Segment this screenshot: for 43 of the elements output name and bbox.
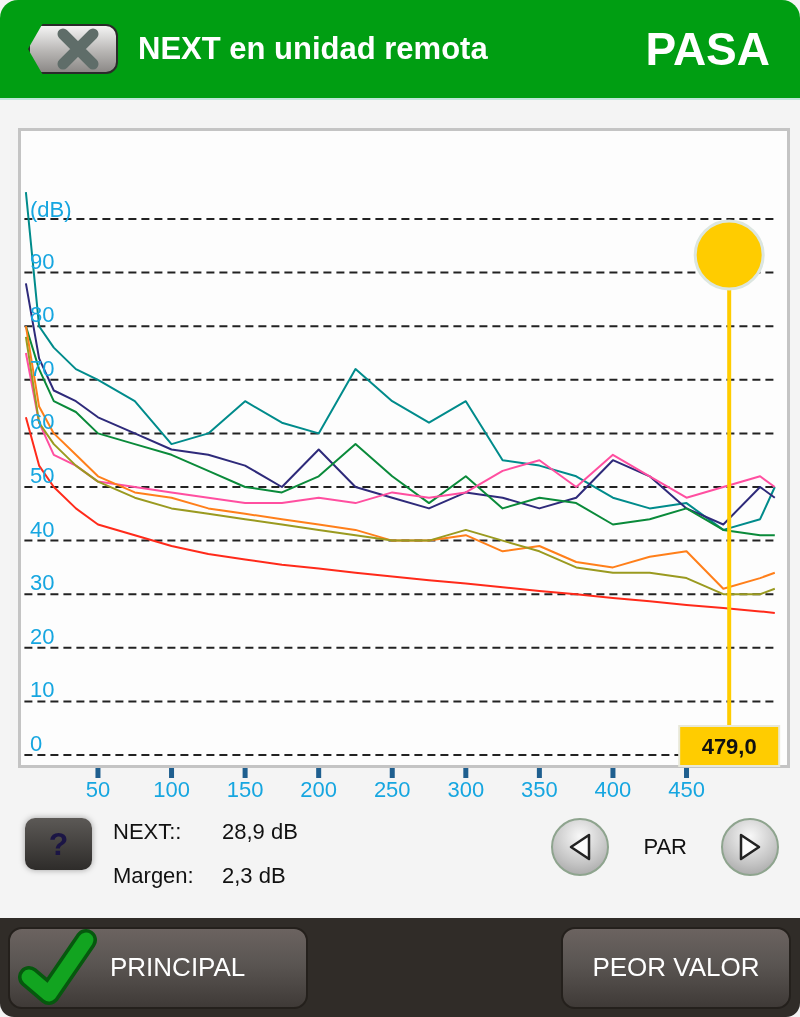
x-tick-mark: [95, 768, 101, 778]
y-tick-label: 10: [30, 677, 55, 703]
x-tick-label: 200: [300, 777, 338, 802]
cursor-readout: 479,0: [678, 725, 781, 767]
x-tick-label: 250: [373, 777, 411, 802]
x-tick-mark: [463, 768, 469, 778]
ref-line-label: 479,0: [701, 734, 757, 759]
y-axis-label: (dB): [30, 197, 72, 222]
x-tick-label: 350: [521, 777, 558, 802]
y-tick-label: 40: [30, 516, 55, 542]
x-tick-label: 150: [226, 777, 264, 802]
next-pair-button[interactable]: [721, 818, 779, 876]
y-tick-label: 30: [30, 570, 55, 596]
x-tick-mark: [242, 768, 248, 778]
cursor-handle[interactable]: [693, 219, 765, 291]
x-tick-label: 450: [668, 777, 705, 802]
reading-label: NEXT::: [113, 818, 183, 846]
worst-value-button[interactable]: PEOR VALOR: [561, 926, 791, 1009]
main-button[interactable]: PRINCIPAL: [8, 926, 308, 1009]
y-tick-label: 0: [30, 731, 43, 756]
pair-label: PAR: [643, 834, 687, 860]
triangle-left-icon: [569, 833, 592, 861]
y-tick-label: 20: [30, 623, 55, 649]
check-icon: [18, 927, 98, 1008]
result-status: PASA: [645, 22, 770, 76]
x-tick-mark: [316, 768, 322, 778]
x-tick-label: 100: [153, 777, 190, 802]
x-tick-mark: [169, 768, 175, 778]
x-tick-mark: [684, 768, 689, 778]
x-tick-mark: [389, 768, 395, 778]
close-button[interactable]: [28, 24, 118, 74]
screen-title: NEXT en unidad remota: [138, 31, 488, 67]
x-tick-label: 400: [594, 777, 632, 802]
reading-value: 28,9 dB: [222, 818, 298, 846]
reading-label: Margen:: [113, 862, 195, 890]
triangle-right-icon: [739, 833, 761, 861]
close-icon: [56, 28, 100, 70]
x-tick-label: 50: [85, 777, 111, 802]
previous-pair-button[interactable]: [551, 818, 610, 876]
x-tick-label: 300: [447, 777, 485, 802]
x-tick-mark: [536, 768, 542, 778]
x-tick-mark: [610, 768, 616, 778]
reading-value: 2,3 dB: [222, 862, 287, 890]
